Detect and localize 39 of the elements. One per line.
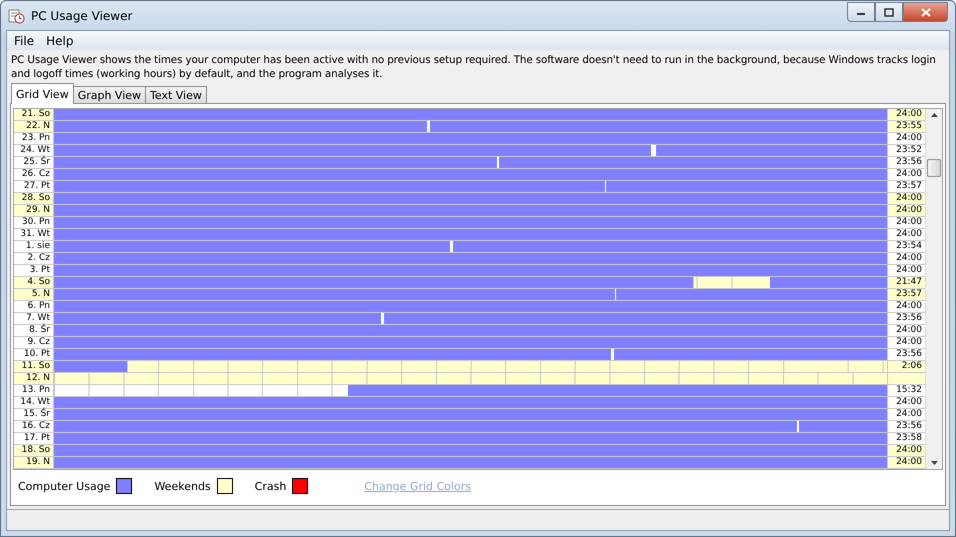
- day-label: 18. So: [14, 445, 54, 456]
- clock-document-icon: [8, 8, 25, 24]
- total-time: 21:47: [887, 277, 925, 288]
- legend-label: Crash: [254, 480, 286, 492]
- day-label: 19. N: [14, 457, 54, 468]
- scroll-up-icon[interactable]: [930, 113, 938, 117]
- legend-label: Computer Usage: [18, 480, 110, 492]
- day-label: 28. So: [14, 193, 54, 204]
- maximize-icon: [884, 8, 894, 16]
- tab[interactable]: Grid View: [11, 83, 74, 104]
- minimize-button[interactable]: [847, 2, 875, 22]
- scrollbar[interactable]: [925, 109, 942, 469]
- maximize-button[interactable]: [875, 2, 903, 22]
- scroll-thumb[interactable]: [927, 159, 941, 177]
- close-button[interactable]: [903, 2, 948, 22]
- day-label: 11. So: [14, 361, 54, 372]
- day-label: 4. So: [14, 277, 54, 288]
- day-label: 5. N: [14, 289, 54, 300]
- total-time: 23:57: [887, 289, 925, 300]
- total-time: 24:00: [887, 109, 925, 120]
- total-time: 2:06: [887, 361, 925, 372]
- scroll-down-icon[interactable]: [930, 461, 938, 465]
- tab[interactable]: Text View: [145, 86, 207, 104]
- menu-item[interactable]: Help: [40, 34, 80, 48]
- day-label: 29. N: [14, 205, 54, 216]
- window-title: PC Usage Viewer: [31, 8, 134, 22]
- day-label: 22. N: [14, 121, 54, 132]
- total-time: 24:00: [887, 457, 925, 468]
- day-label: 21. So: [14, 109, 54, 120]
- description-text: PC Usage Viewer shows the times your computer has been active with no previous setup required. The software doesn't need to run in the background, because Windows tracks login and logoff times (working hours) by default, and the program analyses it.: [11, 53, 937, 81]
- close-icon: [920, 8, 930, 16]
- total-time: 24:00: [887, 205, 925, 216]
- tab[interactable]: Graph View: [72, 86, 146, 104]
- total-time: 24:00: [887, 193, 925, 204]
- day-label: 12. N: [14, 373, 54, 384]
- legend-label: Weekends: [154, 480, 211, 492]
- menu-item[interactable]: File: [8, 34, 40, 48]
- total-time: 23:55: [887, 121, 925, 132]
- total-time: 24:00: [887, 445, 925, 456]
